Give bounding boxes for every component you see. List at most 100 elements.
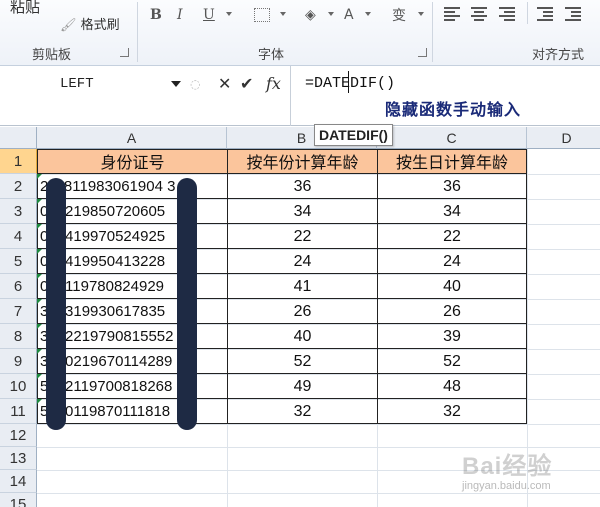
row-header-9[interactable]: 9 (0, 349, 37, 374)
header-cell-by-year[interactable]: 按年份计算年龄 (227, 149, 378, 174)
age-by-birthday-cell[interactable]: 32 (377, 399, 527, 424)
row-header-14[interactable]: 14 (0, 470, 37, 493)
error-indicator-icon (37, 224, 42, 229)
phonetic-dropdown-icon[interactable] (418, 12, 424, 16)
age-by-birthday-cell[interactable]: 26 (377, 299, 527, 324)
increase-indent-icon[interactable] (565, 7, 581, 21)
error-indicator-icon (37, 349, 42, 354)
age-by-birthday-cell[interactable]: 39 (377, 324, 527, 349)
header-cell-id[interactable]: 身份证号 (37, 149, 228, 174)
group-divider (432, 2, 433, 62)
age-by-year-cell[interactable]: 49 (227, 374, 378, 399)
watermark-logo: Bai经验 (462, 453, 553, 480)
age-by-birthday-cell[interactable]: 22 (377, 224, 527, 249)
age-by-year-cell[interactable]: 24 (227, 249, 378, 274)
fill-color-icon[interactable]: ◈ (305, 6, 316, 24)
phonetic-icon[interactable]: 变 (392, 6, 406, 24)
age-by-birthday-cell[interactable]: 52 (377, 349, 527, 374)
row-header-12[interactable]: 12 (0, 424, 37, 447)
font-group-label: 字体 (258, 48, 285, 63)
alignment-group-label: 对齐方式 (532, 48, 585, 63)
name-box[interactable]: LEFT (0, 72, 186, 96)
clipboard-group-label: 剪贴板 (32, 48, 72, 63)
age-by-birthday-cell[interactable]: 48 (377, 374, 527, 399)
age-by-year-cell[interactable]: 34 (227, 199, 378, 224)
redaction-mark (177, 178, 197, 430)
row-header-7[interactable]: 7 (0, 299, 37, 324)
cancel-icon[interactable]: ✕ (218, 70, 231, 98)
error-indicator-icon (37, 299, 42, 304)
watermark-url: jingyan.baidu.com (462, 480, 551, 492)
row-header-2[interactable]: 2 (0, 174, 37, 199)
formula-bar-divider (290, 66, 291, 126)
bold-button[interactable]: B (150, 6, 162, 24)
format-painter-button[interactable]: 🖌 格式刷 (60, 14, 120, 33)
error-indicator-icon (37, 374, 42, 379)
age-by-year-cell[interactable]: 41 (227, 274, 378, 299)
group-divider (137, 2, 138, 62)
error-indicator-icon (37, 274, 42, 279)
header-cell-by-birthday[interactable]: 按生日计算年龄 (377, 149, 527, 174)
error-indicator-icon (37, 324, 42, 329)
age-by-year-cell[interactable]: 52 (227, 349, 378, 374)
row-header-4[interactable]: 4 (0, 224, 37, 249)
row-header-5[interactable]: 5 (0, 249, 37, 274)
age-by-birthday-cell[interactable]: 40 (377, 274, 527, 299)
row-header-15[interactable]: 15 (0, 493, 37, 507)
italic-button[interactable]: I (177, 6, 183, 24)
formula-buttons: ◌ ✕ ✔ fx (190, 70, 290, 98)
align-right-icon[interactable] (499, 7, 515, 21)
font-color-button[interactable]: A (344, 6, 354, 24)
border-dropdown-icon[interactable] (280, 12, 286, 16)
error-indicator-icon (37, 199, 42, 204)
format-painter-label: 格式刷 (80, 18, 120, 33)
age-by-birthday-cell[interactable]: 24 (377, 249, 527, 274)
ribbon: 粘贴 🖌 格式刷 剪贴板 B I U ◈ A 变 字体 对齐方式 (0, 0, 600, 66)
decrease-indent-icon[interactable] (537, 7, 553, 21)
insert-function-icon[interactable]: fx (266, 70, 281, 98)
age-by-year-cell[interactable]: 36 (227, 174, 378, 199)
function-tooltip[interactable]: DATEDIF() (314, 124, 393, 146)
column-header-c[interactable]: C (377, 127, 527, 149)
row-header-6[interactable]: 6 (0, 274, 37, 299)
annotation-text: 隐藏函数手动输入 (385, 100, 522, 119)
row-header-11[interactable]: 11 (0, 399, 37, 424)
redaction-mark (46, 178, 66, 430)
baidu-watermark: Bai经验 jingyan.baidu.com (462, 446, 592, 504)
age-by-year-cell[interactable]: 32 (227, 399, 378, 424)
text-cursor (348, 71, 349, 93)
column-header-d[interactable]: D (527, 127, 600, 149)
row-header-8[interactable]: 8 (0, 324, 37, 349)
formula-bar-grip-icon: ◌ (190, 77, 201, 91)
age-by-year-cell[interactable]: 40 (227, 324, 378, 349)
underline-button[interactable]: U (203, 6, 215, 24)
age-by-year-cell[interactable]: 22 (227, 224, 378, 249)
age-by-birthday-cell[interactable]: 36 (377, 174, 527, 199)
underline-dropdown-icon[interactable] (226, 12, 232, 16)
border-icon[interactable] (254, 8, 270, 22)
clipboard-launcher-icon[interactable] (120, 48, 129, 57)
font-color-dropdown-icon[interactable] (365, 12, 371, 16)
align-center-icon[interactable] (471, 7, 487, 21)
group-divider (527, 2, 528, 24)
error-indicator-icon (37, 399, 42, 404)
align-left-icon[interactable] (444, 7, 460, 21)
fill-dropdown-icon[interactable] (328, 12, 334, 16)
formula-input[interactable]: =DATEDIF() (305, 75, 395, 92)
paste-button[interactable]: 粘贴 (10, 0, 40, 17)
row-header-3[interactable]: 3 (0, 199, 37, 224)
name-box-dropdown-icon[interactable] (171, 81, 181, 87)
formula-bar: LEFT ◌ ✕ ✔ fx =DATEDIF() 隐藏函数手动输入 (0, 66, 600, 126)
error-indicator-icon (37, 249, 42, 254)
row-header-1[interactable]: 1 (0, 149, 37, 174)
enter-icon[interactable]: ✔ (240, 70, 253, 98)
row-header-10[interactable]: 10 (0, 374, 37, 399)
age-by-birthday-cell[interactable]: 34 (377, 199, 527, 224)
brush-icon: 🖌 (60, 18, 77, 33)
column-header-a[interactable]: A (37, 127, 227, 149)
select-all-corner[interactable] (0, 127, 37, 149)
row-header-13[interactable]: 13 (0, 447, 37, 470)
age-by-year-cell[interactable]: 26 (227, 299, 378, 324)
font-launcher-icon[interactable] (418, 48, 427, 57)
error-indicator-icon (37, 174, 42, 179)
